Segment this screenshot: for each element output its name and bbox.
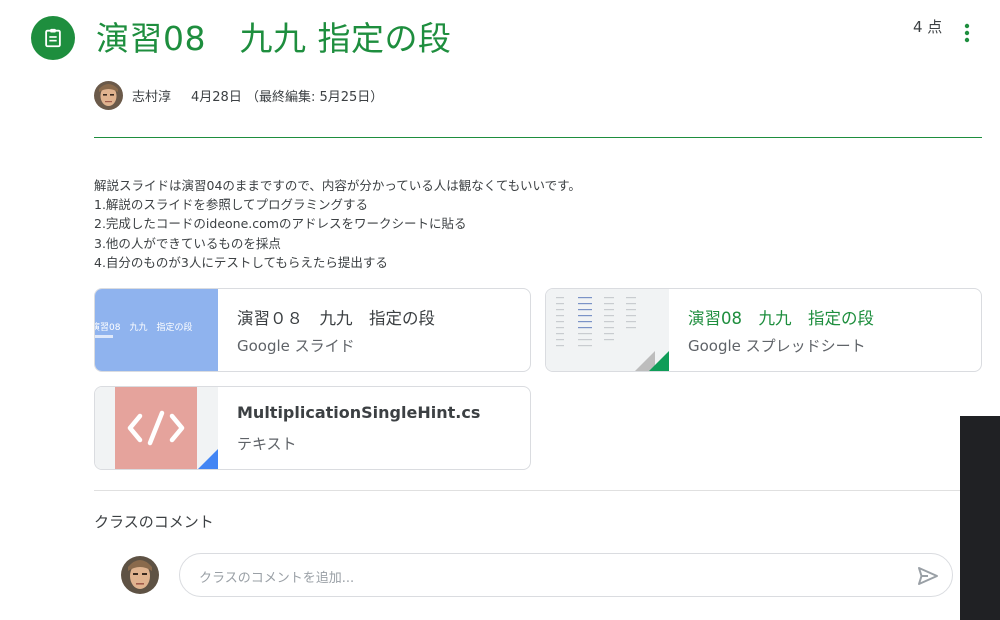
send-icon — [918, 567, 938, 585]
comment-placeholder: クラスのコメントを追加... — [199, 571, 355, 586]
sheet-preview — [556, 297, 636, 347]
send-button[interactable] — [916, 564, 940, 588]
post-date: 4月28日 （最終編集: 5月25日） — [191, 89, 384, 105]
attachment-name[interactable]: 演習08 九九 指定の段 — [688, 305, 874, 329]
slides-thumbnail-subtitle — [95, 335, 113, 338]
attachment-name[interactable]: MultiplicationSingleHint.cs — [237, 403, 480, 422]
attachment-slides[interactable]: 演習08 九九 指定の段 演習０８ 九九 指定の段 Google スライド — [94, 288, 531, 372]
author-name[interactable]: 志村淳 — [132, 86, 171, 105]
assignment-title: 演習08 九九 指定の段 — [96, 19, 452, 58]
attachment-name[interactable]: 演習０８ 九九 指定の段 — [237, 305, 435, 329]
user-avatar — [121, 556, 159, 594]
slides-thumbnail: 演習08 九九 指定の段 — [95, 289, 218, 371]
text-file-thumbnail — [95, 387, 218, 469]
points-label: 4 点 — [913, 18, 943, 36]
sheets-thumbnail — [546, 289, 669, 371]
side-panel-edge — [960, 416, 1000, 620]
doc-fold-icon — [198, 449, 218, 469]
comments-divider — [94, 490, 982, 491]
attachment-sheets[interactable]: 演習08 九九 指定の段 Google スプレッドシート — [545, 288, 982, 372]
header-divider — [94, 137, 982, 138]
slides-thumbnail-text: 演習08 九九 指定の段 — [95, 323, 193, 333]
assignment-description: 解説スライドは演習04のままですので、内容が分かっている人は観なくてもいいです。… — [94, 178, 581, 270]
more-vert-icon — [964, 23, 970, 43]
assignment-icon — [31, 16, 75, 60]
author-avatar — [94, 80, 123, 110]
assignment-meta: 志村淳 4月28日 （最終編集: 5月25日） — [94, 80, 383, 110]
more-options-button[interactable] — [958, 20, 976, 46]
attachment-type: Google スライド — [237, 337, 355, 355]
class-comments-heading: クラスのコメント — [94, 513, 214, 531]
attachment-type: テキスト — [237, 435, 297, 453]
sheets-icon — [635, 351, 669, 371]
attachment-type: Google スプレッドシート — [688, 337, 866, 355]
code-file-icon — [115, 387, 197, 469]
attachment-text-file[interactable]: MultiplicationSingleHint.cs テキスト — [94, 386, 531, 470]
comment-input[interactable]: クラスのコメントを追加... — [179, 553, 953, 597]
